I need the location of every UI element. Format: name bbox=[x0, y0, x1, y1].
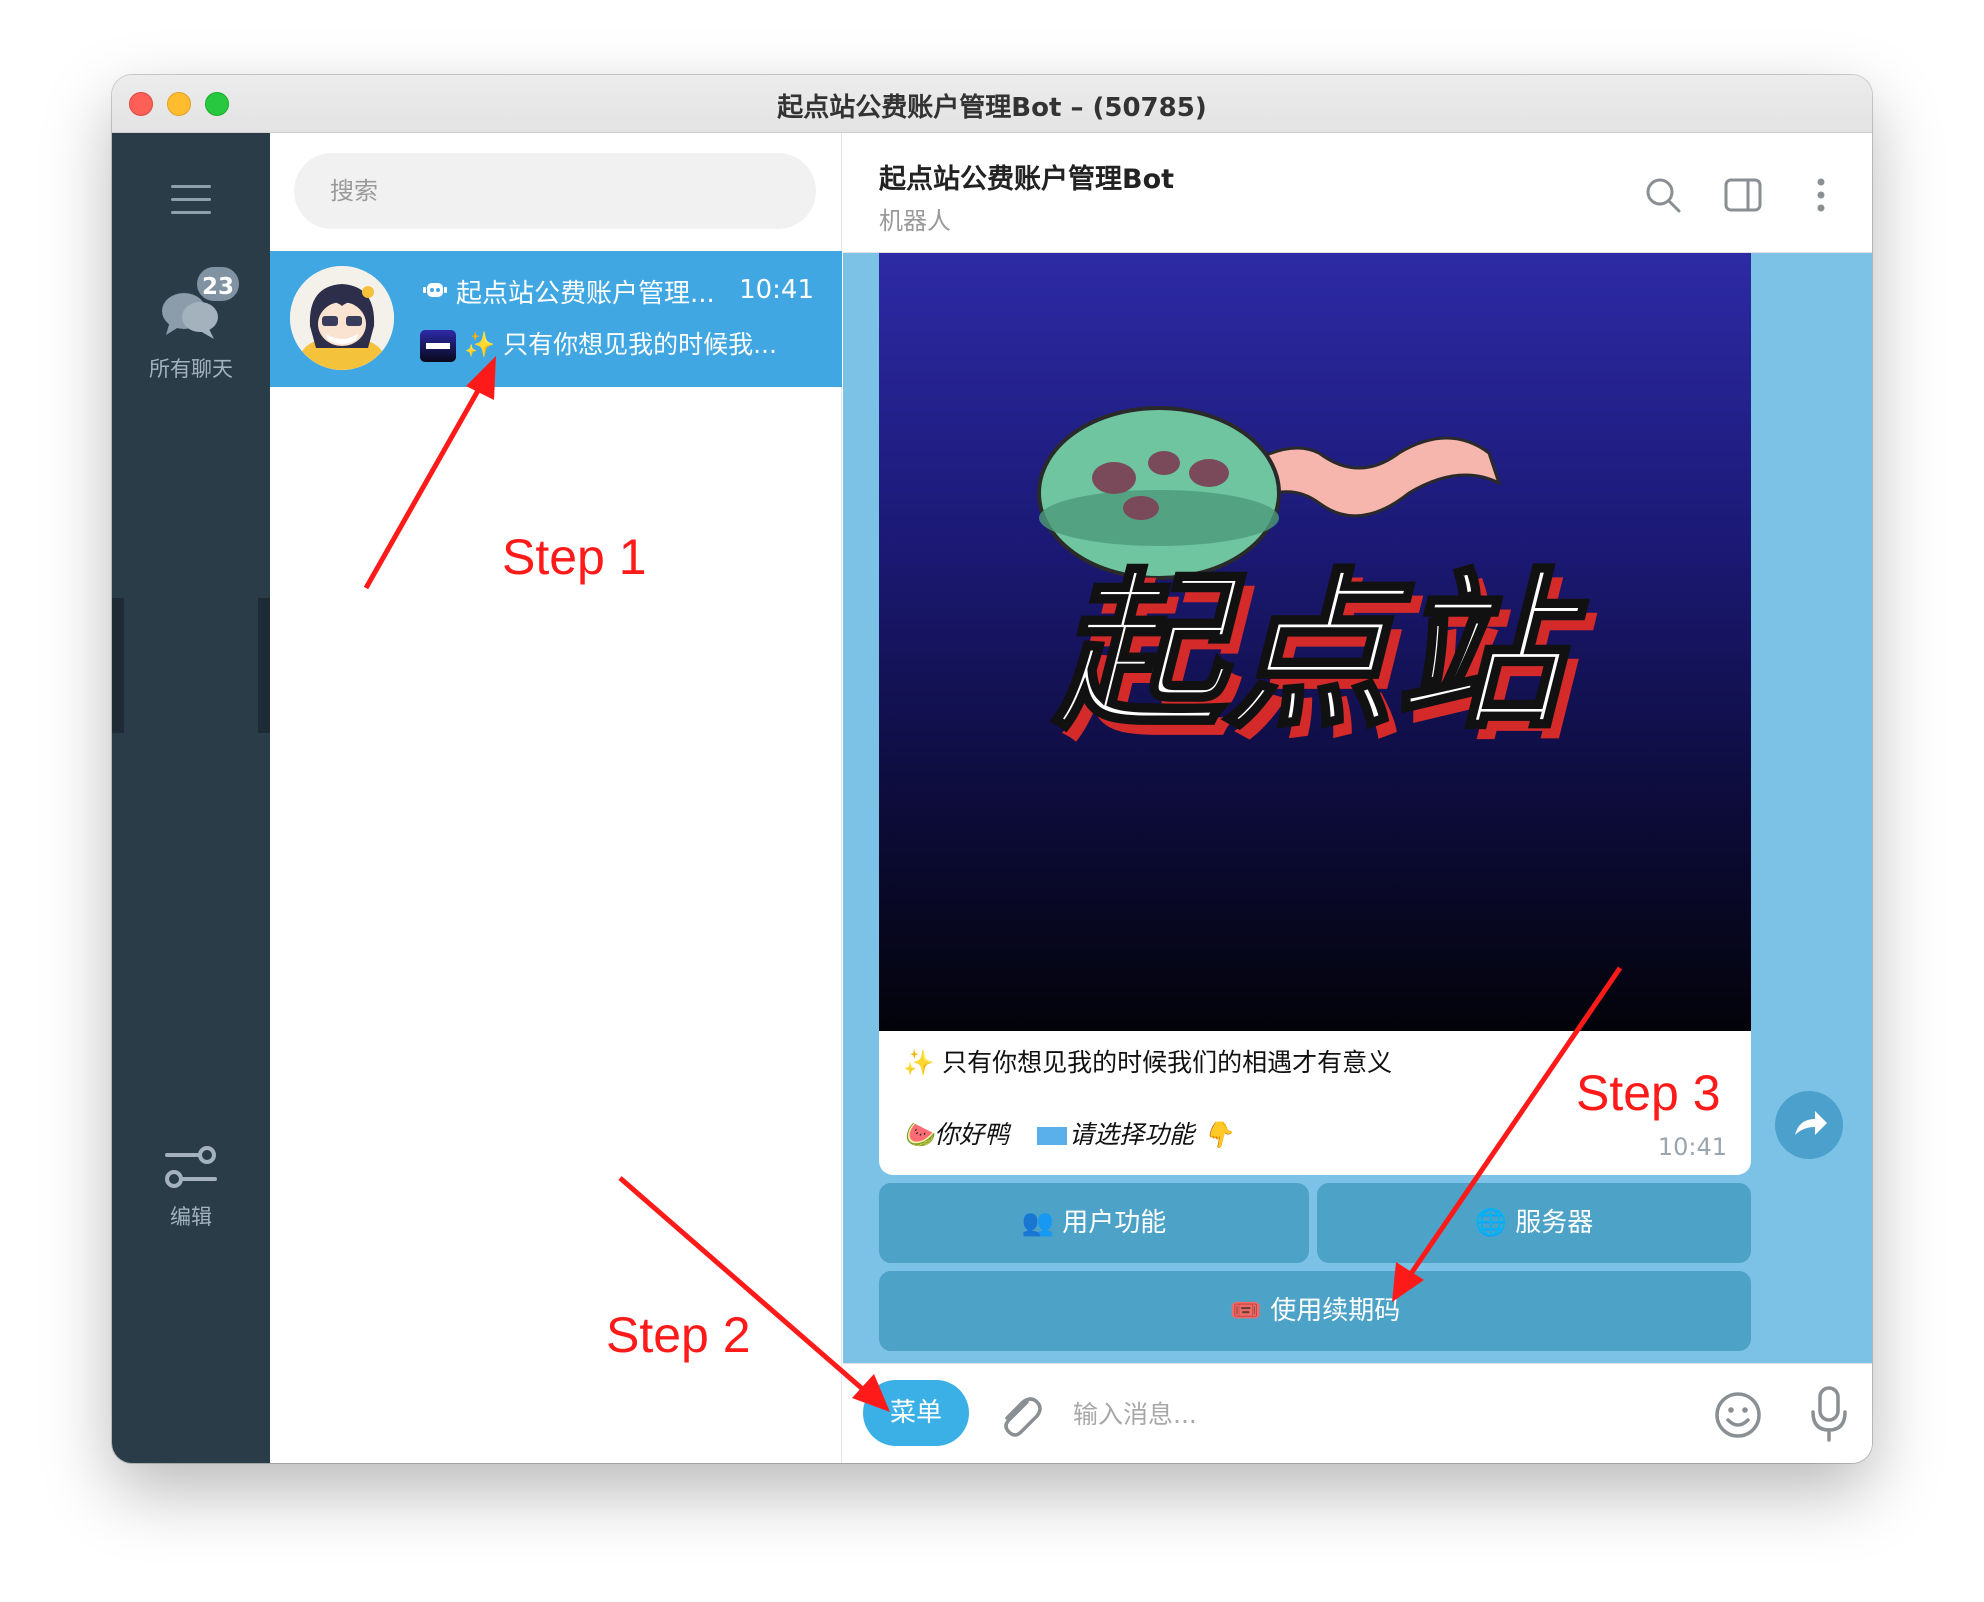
chat-item-name: 起点站公费账户管理... bbox=[456, 279, 715, 309]
hamburger-menu-icon[interactable] bbox=[171, 185, 211, 215]
logo-text: 起点站 bbox=[1051, 554, 1588, 752]
chat-list-panel: 搜索 起点站公费账户管理... 10:41 ✨ 只有你想见我的时候我... bbox=[270, 133, 842, 1463]
resize-handle-left bbox=[112, 598, 124, 733]
search-input[interactable]: 搜索 bbox=[294, 153, 816, 229]
edit-sliders-icon bbox=[165, 1146, 217, 1188]
chat-header: 起点站公费账户管理Bot 机器人 bbox=[843, 133, 1872, 253]
window-title: 起点站公费账户管理Bot – (50785) bbox=[777, 93, 1207, 123]
step3-label: Step 3 bbox=[1576, 1065, 1721, 1121]
search-placeholder: 搜索 bbox=[330, 177, 378, 205]
message-text-line1: ✨ 只有你想见我的时候我们的相遇才有意义 bbox=[903, 1048, 1393, 1077]
attach-paperclip-icon[interactable] bbox=[995, 1390, 1043, 1440]
chat-item-time: 10:41 bbox=[739, 275, 814, 305]
message-image[interactable]: 起点站 起点站 bbox=[879, 253, 1751, 1031]
folder-sidebar: 所有聊天 23 编辑 bbox=[112, 133, 270, 1463]
bot-menu-button[interactable]: 菜单 bbox=[863, 1380, 969, 1446]
chat-item-preview: ✨ 只有你想见我的时候我... bbox=[464, 330, 777, 359]
microphone-icon[interactable] bbox=[1809, 1386, 1849, 1442]
bot-icon bbox=[423, 283, 447, 297]
keyboard-button-server[interactable]: 🌐 服务器 bbox=[1317, 1183, 1751, 1263]
app-window: 起点站公费账户管理Bot – (50785) 所有聊天 23 编辑 搜索 起点站… bbox=[112, 75, 1872, 1463]
edit-folders-button[interactable]: 编辑 bbox=[132, 1133, 250, 1233]
title-bar: 起点站公费账户管理Bot – (50785) bbox=[112, 75, 1872, 133]
chat-list-item[interactable]: 起点站公费账户管理... 10:41 ✨ 只有你想见我的时候我... bbox=[270, 251, 842, 387]
chat-title: 起点站公费账户管理Bot bbox=[879, 164, 1175, 195]
forward-button[interactable] bbox=[1775, 1091, 1843, 1159]
message-input[interactable] bbox=[1073, 1384, 1673, 1444]
resize-handle-right bbox=[258, 598, 270, 733]
avatar bbox=[290, 266, 394, 370]
keyboard-button-user[interactable]: 👥 用户功能 bbox=[879, 1183, 1309, 1263]
search-icon[interactable] bbox=[1643, 175, 1683, 215]
message-time: 10:41 bbox=[1657, 1133, 1727, 1161]
chat-subtitle: 机器人 bbox=[879, 207, 951, 235]
message-text-prompt: 请选择功能 👇 bbox=[1069, 1120, 1234, 1149]
unread-badge: 23 bbox=[194, 264, 242, 304]
message-area: 起点站 起点站 ✨ 只有你想见我的时候我们的相遇才有意义 🍉你好鸭 请选择功能 … bbox=[843, 253, 1872, 1363]
more-vertical-icon[interactable] bbox=[1801, 175, 1841, 215]
folder-all-chats-label: 所有聊天 bbox=[149, 357, 233, 381]
step2-label: Step 2 bbox=[606, 1307, 751, 1363]
message-text-line2: 🍉你好鸭 请选择功能 👇 bbox=[903, 1115, 1233, 1151]
film-reel-logo-icon: 起点站 起点站 bbox=[1037, 406, 1598, 764]
sidebar-toggle-icon[interactable] bbox=[1723, 175, 1763, 215]
chat-item-preview-row: ✨ 只有你想见我的时候我... bbox=[420, 325, 820, 365]
message-bubble: 起点站 起点站 ✨ 只有你想见我的时候我们的相遇才有意义 🍉你好鸭 请选择功能 … bbox=[879, 253, 1751, 1175]
conversation-pane: 起点站公费账户管理Bot 机器人 起点站 起点站 ✨ 只有你想见我的时候我们的相… bbox=[843, 133, 1872, 1463]
message-text-greeting: 🍉你好鸭 bbox=[903, 1120, 1010, 1149]
edit-folders-label: 编辑 bbox=[170, 1205, 212, 1229]
redacted-block bbox=[1037, 1127, 1068, 1145]
message-composer: 菜单 bbox=[843, 1363, 1872, 1463]
emoji-smile-icon[interactable] bbox=[1713, 1390, 1763, 1440]
forward-arrow-icon bbox=[1795, 1111, 1827, 1135]
preview-thumbnail bbox=[420, 330, 456, 362]
keyboard-button-renew[interactable]: 🎟️ 使用续期码 bbox=[879, 1271, 1751, 1351]
step1-label: Step 1 bbox=[502, 529, 647, 585]
